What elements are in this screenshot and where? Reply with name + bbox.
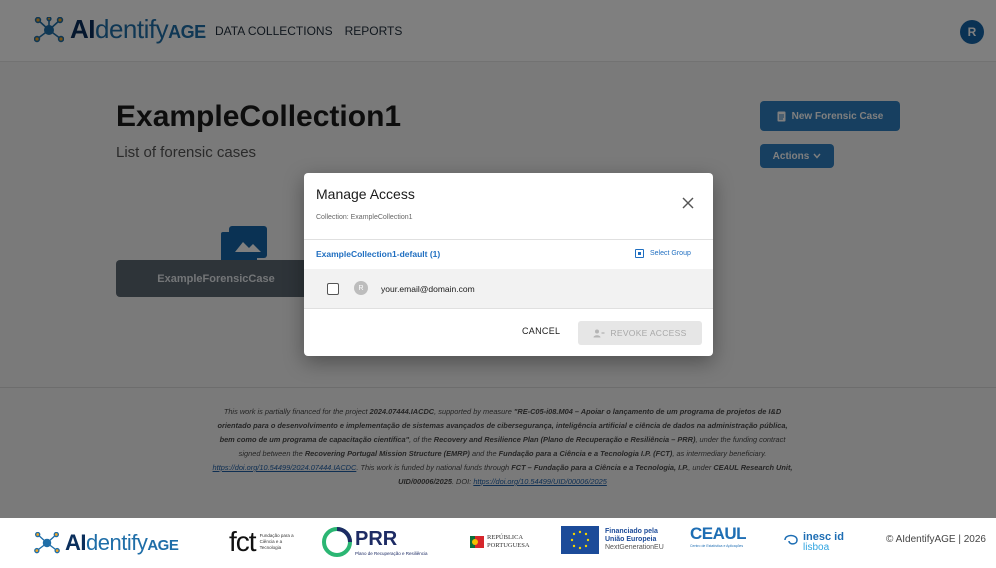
copyright: © AIdentifyAGE | 2026: [885, 534, 986, 545]
select-group-icon: [635, 249, 644, 258]
inesc-text-block: inesc id lisboa: [803, 532, 844, 553]
sponsor-inesc: inesc id lisboa: [781, 526, 844, 553]
sponsor-ceaul: CEAUL Centro de Estatística e Aplicações: [690, 524, 747, 548]
sponsor-republica: REPÚBLICA PORTUGUESA: [470, 534, 530, 550]
prr-text-block: PRR Plano de Recuperação e Resiliência: [355, 528, 428, 556]
inesc-swirl-icon: [784, 534, 798, 545]
group-row: ExampleCollection1-default (1) Select Gr…: [304, 239, 713, 269]
revoke-access-label: REVOKE ACCESS: [610, 328, 687, 338]
dialog-header: Manage Access Collection: ExampleCollect…: [304, 173, 713, 239]
portugal-flag-icon: [470, 536, 484, 548]
ceaul-logo-subtext: Centro de Estatística e Aplicações: [690, 544, 744, 548]
fct-logo-text: fct: [229, 526, 257, 557]
dialog-subtitle: Collection: ExampleCollection1: [316, 214, 413, 221]
member-avatar: R: [354, 281, 368, 295]
sponsor-fct: fct Fundação para a Ciência e a Tecnolog…: [229, 526, 296, 558]
fct-logo-subtext: Fundação para a Ciência e a Tecnologia: [259, 533, 294, 550]
sponsor-eu: Financiado pela União Europeia NextGener…: [561, 526, 664, 554]
manage-access-dialog: Manage Access Collection: ExampleCollect…: [304, 173, 713, 356]
republica-text: REPÚBLICA PORTUGUESA: [487, 534, 530, 549]
group-name[interactable]: ExampleCollection1-default (1): [316, 249, 440, 259]
sponsor-aidentifyage-text: AIdentifyAGE: [65, 530, 179, 555]
eu-line-2: União Europeia: [605, 536, 657, 543]
revoke-access-button[interactable]: REVOKE ACCESS: [578, 321, 702, 345]
dialog-title: Manage Access: [316, 186, 415, 202]
sponsor-logos-bar: AIdentifyAGE fct Fundação para a Ciência…: [0, 518, 996, 568]
sponsor-aidentifyage: AIdentifyAGE: [34, 530, 179, 556]
eu-line-3: NextGenerationEU: [605, 544, 664, 551]
close-icon[interactable]: [680, 195, 696, 211]
logo-brain-icon: [34, 532, 60, 554]
prr-logo-subtext: Plano de Recuperação e Resiliência: [355, 551, 428, 556]
member-row: R your.email@domain.com: [304, 269, 713, 308]
eu-text-block: Financiado pela União Europeia NextGener…: [605, 528, 664, 552]
eu-flag-icon: [561, 526, 599, 554]
prr-logo-text: PRR: [355, 528, 398, 550]
member-checkbox[interactable]: [327, 283, 339, 295]
ceaul-logo-text: CEAUL: [690, 524, 747, 543]
sponsor-prr: PRR Plano de Recuperação e Resiliência: [322, 527, 428, 557]
person-remove-icon: [593, 329, 605, 337]
select-group-label: Select Group: [650, 250, 691, 257]
eu-line-1: Financiado pela: [605, 528, 658, 535]
dialog-actions: CANCEL REVOKE ACCESS: [304, 309, 713, 356]
cancel-button[interactable]: CANCEL: [522, 326, 560, 336]
member-email: your.email@domain.com: [381, 284, 475, 294]
prr-leaf-icon: [322, 527, 352, 557]
inesc-logo-subtext: lisboa: [803, 542, 830, 553]
select-group-button[interactable]: Select Group: [635, 249, 691, 258]
